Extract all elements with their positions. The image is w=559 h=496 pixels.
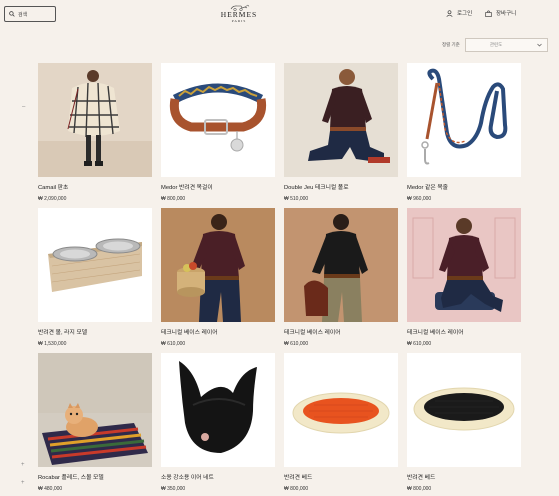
logo-wordmark: HERMES	[220, 10, 258, 19]
hermes-logo[interactable]: HERMES PARIS	[219, 4, 259, 23]
product-price: ₩ 480,000	[38, 486, 63, 492]
product-title: 테크니컬 베이스 레이어	[284, 330, 341, 336]
product-title: 소용 강소용 이어 네트	[161, 475, 214, 481]
side-collapse-button[interactable]: –	[22, 104, 25, 110]
product-price: ₩ 1,530,000	[38, 341, 67, 347]
product-card[interactable]: Camail 판초 ₩ 2,090,000	[38, 63, 152, 208]
product-title: Rocabar 플레드, 스몰 모델	[38, 475, 104, 481]
product-card[interactable]: Double Jeu 테크니컬 폴로 ₩ 510,000	[284, 63, 398, 208]
dog-bed-image	[284, 353, 398, 467]
product-price: ₩ 610,000	[284, 341, 309, 347]
cart-label: 장바구니	[496, 11, 517, 17]
product-title: Double Jeu 테크니컬 폴로	[284, 185, 349, 191]
product-price: ₩ 960,000	[407, 196, 432, 202]
product-price: ₩ 510,000	[284, 196, 309, 202]
product-price: ₩ 2,090,000	[38, 196, 67, 202]
side-expand-button[interactable]: +	[21, 462, 25, 468]
product-price: ₩ 800,000	[284, 486, 309, 492]
product-title: 테크니컬 베이스 레이어	[161, 330, 218, 336]
search-input[interactable]: 검색	[4, 6, 56, 22]
product-price: ₩ 800,000	[407, 486, 432, 492]
base-layer-image	[284, 208, 398, 322]
product-card[interactable]: 반려견 베드 ₩ 800,000	[407, 353, 521, 496]
login-link[interactable]: 로그인	[446, 9, 472, 17]
product-card[interactable]: Medor 반려견 목걸이 ₩ 800,000	[161, 63, 275, 208]
product-title: 반려견 베드	[284, 475, 313, 481]
product-card[interactable]: 소용 강소용 이어 네트 ₩ 350,000	[161, 353, 275, 496]
poncho-image	[38, 63, 152, 177]
polo-image	[284, 63, 398, 177]
dog-leash-image	[407, 63, 521, 177]
base-layer-image	[161, 208, 275, 322]
user-icon	[446, 9, 453, 17]
sort-value: 관련도	[489, 42, 503, 47]
sort-select[interactable]: 관련도	[464, 38, 548, 52]
search-placeholder: 검색	[18, 11, 28, 18]
ear-net-image	[161, 353, 275, 467]
product-title: 테크니컬 베이스 레이어	[407, 330, 464, 336]
product-card[interactable]: Medor 같은 목줄 ₩ 960,000	[407, 63, 521, 208]
product-card[interactable]: Rocabar 플레드, 스몰 모델 ₩ 480,000	[38, 353, 152, 496]
sort-control: 정렬 기준 관련도	[442, 38, 548, 52]
product-card[interactable]: 테크니컬 베이스 레이어 ₩ 610,000	[407, 208, 521, 353]
product-title: Medor 같은 목줄	[407, 185, 448, 191]
product-card[interactable]: 테크니컬 베이스 레이어 ₩ 610,000	[284, 208, 398, 353]
side-expand-button-2[interactable]: +	[21, 480, 25, 486]
login-label: 로그인	[457, 11, 473, 17]
product-price: ₩ 350,000	[161, 486, 186, 492]
product-title: 반려견 볼, 라지 모델	[38, 330, 88, 336]
sort-label: 정렬 기준	[442, 42, 460, 47]
chevron-down-icon	[537, 43, 542, 47]
product-card[interactable]: 테크니컬 베이스 레이어 ₩ 610,000	[161, 208, 275, 353]
product-title: Camail 판초	[38, 185, 69, 191]
dog-bowl-image	[38, 208, 152, 322]
dog-bed-image	[407, 353, 521, 467]
product-card[interactable]: 반려견 베드 ₩ 800,000	[284, 353, 398, 496]
product-price: ₩ 610,000	[161, 341, 186, 347]
base-layer-image	[407, 208, 521, 322]
product-grid: Camail 판초 ₩ 2,090,000 Medor 반려견 목걸이 ₩ 80…	[38, 63, 521, 496]
product-card[interactable]: 반려견 볼, 라지 모델 ₩ 1,530,000	[38, 208, 152, 353]
dog-collar-image	[161, 63, 275, 177]
product-title: 반려견 베드	[407, 475, 436, 481]
shopping-bag-icon	[485, 10, 492, 17]
product-title: Medor 반려견 목걸이	[161, 185, 213, 191]
product-price: ₩ 800,000	[161, 196, 186, 202]
search-icon	[9, 11, 15, 17]
logo-city: PARIS	[231, 19, 247, 23]
blanket-image	[38, 353, 152, 467]
product-price: ₩ 610,000	[407, 341, 432, 347]
site-header: 검색 HERMES PARIS 로그인 장바구니	[0, 0, 559, 34]
cart-link[interactable]: 장바구니	[485, 9, 516, 17]
